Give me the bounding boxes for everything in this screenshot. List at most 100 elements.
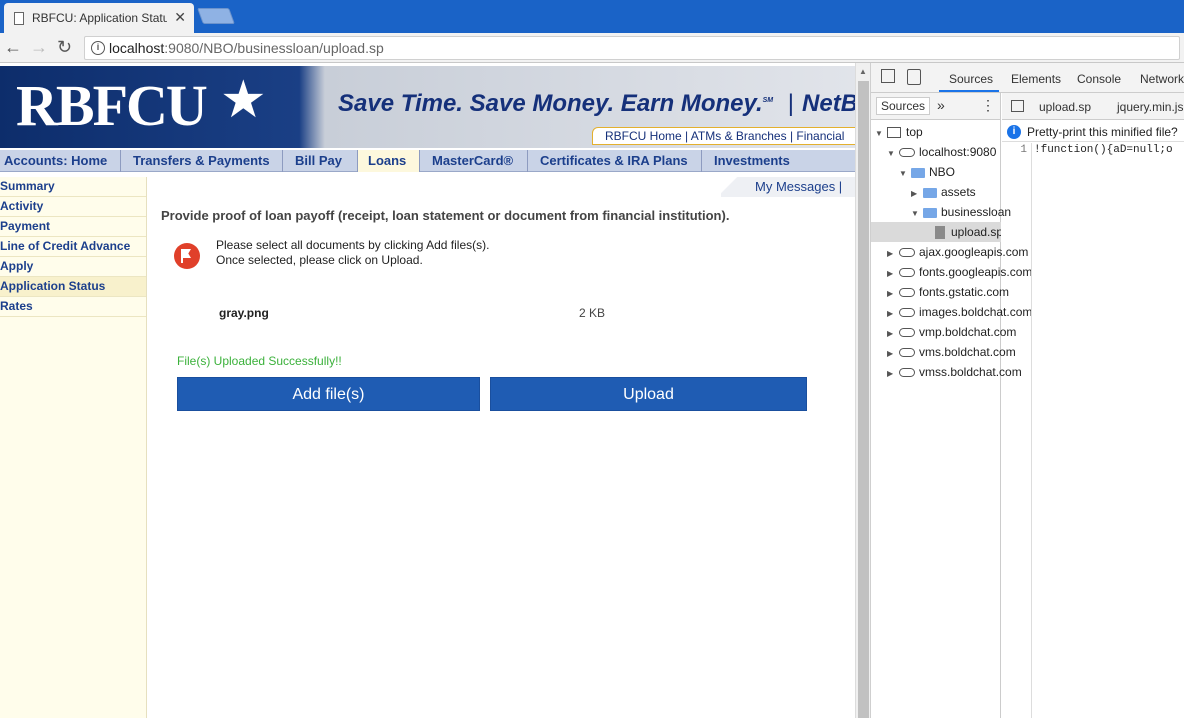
flag-alert-icon [174, 243, 200, 269]
instructions: Please select all documents by clicking … [216, 238, 489, 268]
navigator-sources-tab[interactable]: Sources [876, 97, 931, 115]
browser-tab-bar: RBFCU: Application Statu ✕ [0, 0, 1184, 33]
sidebar-item-rates[interactable]: Rates [0, 297, 146, 317]
devtools-panel: Sources Elements Console Network Sources… [870, 63, 1184, 718]
netbranch-brand: NetBran [802, 90, 855, 117]
cloud-icon [899, 348, 915, 358]
url-host: localhost [109, 40, 165, 56]
tab-network[interactable]: Network [1140, 72, 1184, 86]
device-toolbar-icon[interactable] [907, 69, 921, 85]
rbfcu-logo[interactable]: RBFCU [16, 76, 208, 136]
upload-prompt: Provide proof of loan payoff (receipt, l… [161, 208, 730, 223]
star-icon: ★ [220, 71, 267, 129]
reload-icon[interactable]: ↻ [57, 37, 72, 57]
cloud-icon [899, 148, 915, 158]
my-messages-link[interactable]: My Messages | [721, 177, 855, 197]
page-icon [14, 11, 24, 25]
back-arrow-icon[interactable]: ← [4, 37, 22, 57]
code-view[interactable]: 1 !function(){aD=null;o [1002, 143, 1184, 718]
sidebar-item-payment[interactable]: Payment [0, 217, 146, 237]
add-files-button[interactable]: Add file(s) [177, 377, 480, 411]
tree-item-top[interactable]: ▼ top [875, 122, 923, 142]
nav-certificates-ira[interactable]: Certificates & IRA Plans [528, 150, 702, 172]
tree-item-businessloan[interactable]: ▼ businessloan [911, 202, 1011, 222]
scroll-up-icon[interactable]: ▲ [859, 67, 867, 76]
tree-item-upload-sp[interactable]: upload.sp [871, 222, 1001, 242]
tree-item-vmp-boldchat[interactable]: ▶ vmp.boldchat.com [887, 322, 1016, 342]
uploaded-file-name: gray.png [219, 306, 269, 320]
file-icon [935, 226, 945, 240]
url-path: :9080/NBO/businessloan/upload.sp [164, 40, 384, 56]
cloud-icon [899, 248, 915, 258]
active-tab-indicator [939, 90, 999, 92]
info-icon: i [1007, 125, 1021, 139]
sidebar-item-application-status[interactable]: Application Status [0, 277, 146, 297]
tree-item-fonts-gstatic[interactable]: ▶ fonts.gstatic.com [887, 282, 1009, 302]
folder-icon [923, 187, 937, 198]
frame-icon [887, 127, 901, 139]
code-line: !function(){aD=null;o [1034, 144, 1173, 156]
main-content: My Messages | Provide proof of loan payo… [147, 177, 855, 718]
web-page: RBFCU ★ Save Time. Save Money. Earn Mone… [0, 63, 855, 718]
cloud-icon [899, 308, 915, 318]
new-tab-button[interactable] [197, 8, 235, 24]
nav-mastercard[interactable]: MasterCard® [420, 150, 528, 172]
editor-tab-upload-sp[interactable]: upload.sp [1039, 100, 1091, 114]
toggle-navigator-icon[interactable] [1011, 100, 1024, 112]
navigator-header: Sources » ⋮ [871, 93, 1000, 120]
instruction-line-2: Once selected, please click on Upload. [216, 253, 423, 267]
tree-item-nbo[interactable]: ▼ NBO [899, 162, 955, 182]
pretty-print-message[interactable]: Pretty-print this minified file? [1027, 125, 1178, 139]
nav-accounts-home[interactable]: Accounts: Home [0, 150, 121, 172]
devtools-tab-bar: Sources Elements Console Network [871, 63, 1184, 93]
forward-arrow-icon[interactable]: → [30, 37, 48, 57]
instruction-line-1: Please select all documents by clicking … [216, 238, 490, 252]
scrollbar-thumb[interactable] [858, 81, 869, 718]
inspect-element-icon[interactable] [881, 69, 895, 83]
browser-tab[interactable]: RBFCU: Application Statu ✕ [4, 3, 194, 33]
cloud-icon [899, 288, 915, 298]
upload-success-message: File(s) Uploaded Successfully!! [177, 354, 342, 368]
sidebar-item-summary[interactable]: Summary [0, 177, 146, 197]
upload-button[interactable]: Upload [490, 377, 807, 411]
sidebar-item-activity[interactable]: Activity [0, 197, 146, 217]
tab-elements[interactable]: Elements [1011, 72, 1061, 86]
folder-icon [911, 167, 925, 178]
tab-sources[interactable]: Sources [949, 72, 993, 86]
main-nav: Accounts: Home Transfers & Payments Bill… [0, 150, 855, 172]
nav-loans[interactable]: Loans [358, 150, 420, 172]
tab-title: RBFCU: Application Statu [32, 11, 167, 25]
sources-navigator: Sources » ⋮ ▼ top ▼ localhost:9080 ▼ NBO ▶ a… [871, 93, 1032, 718]
address-bar[interactable]: i localhost:9080/NBO/businessloan/upload… [84, 36, 1180, 60]
cloud-icon [899, 368, 915, 378]
slogan: Save Time. Save Money. Earn Money.SM | Ne… [338, 90, 855, 118]
more-tabs-icon[interactable]: » [937, 97, 945, 113]
tree-item-assets[interactable]: ▶ assets [911, 182, 976, 202]
nav-transfers-payments[interactable]: Transfers & Payments [121, 150, 283, 172]
sidebar: Summary Activity Payment Line of Credit … [0, 177, 147, 718]
browser-toolbar: ← → ↻ i localhost:9080/NBO/businessloan/… [0, 33, 1184, 63]
cloud-icon [899, 268, 915, 278]
info-icon[interactable]: i [91, 41, 105, 55]
tab-console[interactable]: Console [1077, 72, 1121, 86]
uploaded-file-size: 2 KB [579, 306, 606, 320]
source-editor: upload.sp jquery.min.js i Pretty-print t… [1002, 93, 1184, 718]
page-scrollbar[interactable]: ▲ [855, 63, 870, 718]
close-icon[interactable]: ✕ [174, 9, 186, 26]
sidebar-item-line-of-credit-advance[interactable]: Line of Credit Advance [0, 237, 146, 257]
nav-bill-pay[interactable]: Bill Pay [283, 150, 358, 172]
line-number: 1 [1020, 144, 1027, 156]
tree-item-vms-boldchat[interactable]: ▶ vms.boldchat.com [887, 342, 1016, 362]
sidebar-item-apply[interactable]: Apply [0, 257, 146, 277]
slogan-text: Save Time. Save Money. Earn Money. [338, 90, 763, 117]
kebab-menu-icon[interactable]: ⋮ [981, 97, 995, 114]
utility-links[interactable]: RBFCU Home | ATMs & Branches | Financial [592, 127, 855, 145]
nav-investments[interactable]: Investments [702, 150, 855, 172]
cloud-icon [899, 328, 915, 338]
pretty-print-bar: i Pretty-print this minified file? [1002, 122, 1184, 142]
slogan-mark: SM [762, 97, 774, 104]
slogan-divider: | [787, 90, 795, 117]
editor-tab-bar: upload.sp jquery.min.js [1002, 93, 1184, 120]
editor-tab-jquery[interactable]: jquery.min.js [1117, 100, 1183, 114]
tree-item-localhost[interactable]: ▼ localhost:9080 [887, 142, 996, 162]
